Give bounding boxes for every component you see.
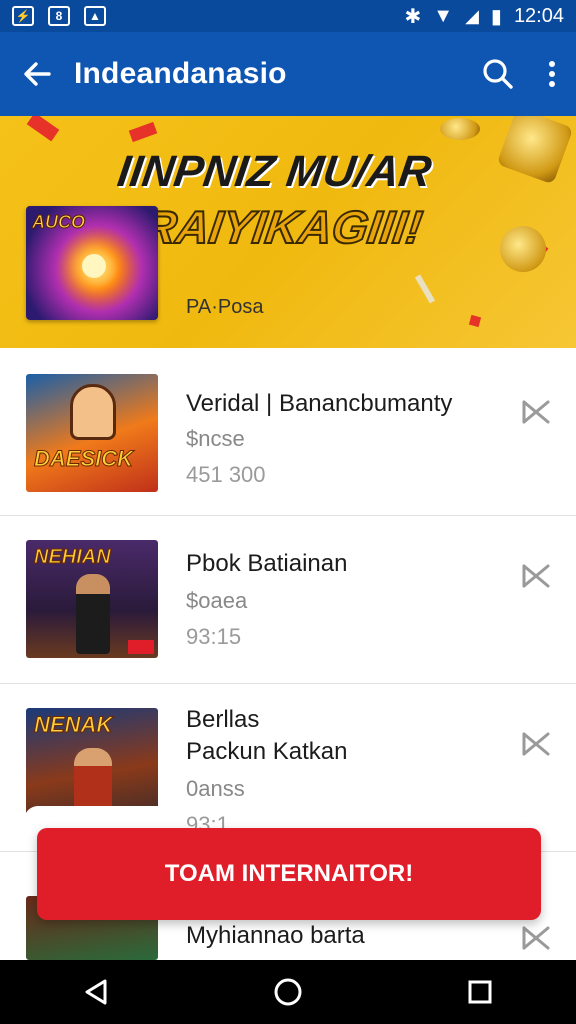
list-item[interactable]: DAESICK Veridal | Banancbumanty $ncse 45… [0,348,576,516]
dismiss-icon[interactable] [520,560,552,592]
status-bar: ⚡ 8 ▲ ✱ ▼ ◢ ▮ 12:04 [0,0,576,32]
back-button[interactable] [0,32,74,116]
item-meta: 451 300 [186,462,266,487]
recents-square-icon [468,980,492,1004]
thumb-label: NENAK [33,712,113,738]
character-art [70,384,116,440]
app-bar: Indeandanasio [0,32,576,116]
notification-icons: ⚡ 8 ▲ [12,6,106,26]
app-icon-1: ⚡ [12,6,34,26]
nav-recents-button[interactable] [450,962,510,1022]
sparkle-orb [82,254,106,278]
character-art [76,574,110,654]
item-subtitle: $oaea [186,588,248,613]
dismiss-icon[interactable] [520,728,552,760]
cta-button[interactable]: TOAM INTERNAITOR! [37,828,541,920]
coin-decoration [496,116,574,185]
banner-thumb-label: AUCO [32,212,86,233]
confetti-shape [26,116,60,142]
app-icon-2: 8 [48,6,70,26]
search-icon [483,59,513,89]
banner-headline: IINPNIZ MU/AR [114,147,435,196]
battery-icon: ▮ [490,5,502,28]
banner-thumbnail: AUCO [26,206,158,320]
dismiss-icon[interactable] [520,396,552,428]
more-options-button[interactable] [528,32,576,116]
promo-banner[interactable]: IINPNIZ MU/AR RRAIYIKAGIII! AUCO PA·Posa [0,116,576,348]
system-icons: ✱ ▼ ◢ ▮ 12:04 [405,4,564,29]
banner-subtitle: PA·Posa [186,296,264,318]
coin-decoration [440,118,480,140]
home-circle-icon [274,978,302,1006]
back-triangle-icon [85,979,107,1005]
confetti-shape [468,314,482,328]
signal-icon: ◢ [465,5,479,26]
confetti-shape [414,274,436,304]
thumb-label: DAESICK [33,446,134,472]
system-nav-bar [0,960,576,1024]
item-title: Myhiannao barta [186,922,365,949]
item-title-line-2: Packun Katkan [186,738,348,765]
wifi-icon: ▼ [433,4,454,27]
game-thumbnail: DAESICK [26,374,158,492]
thumb-label: NEHIAN [34,546,112,569]
app-icon-3: ▲ [84,6,106,26]
back-arrow-icon [24,62,51,86]
item-subtitle: $ncse [186,426,245,451]
item-meta: 93:15 [186,624,242,649]
nav-back-button[interactable] [66,962,126,1022]
item-title: Veridal | Banancbumanty [186,390,453,417]
list-item[interactable]: NEHIAN Pbok Batiainan $oaea 93:15 [0,516,576,684]
nav-home-button[interactable] [258,962,318,1022]
coin-decoration [500,226,546,272]
game-thumbnail: NEHIAN [26,540,158,658]
confetti-shape [128,121,158,143]
dismiss-icon[interactable] [520,922,552,954]
item-title: Pbok Batiainan [186,550,348,577]
status-time: 12:04 [513,4,564,27]
item-title: Berllas [186,706,260,733]
search-button[interactable] [468,32,528,116]
badge-logo [128,640,154,654]
page-title: Indeandanasio [74,57,287,90]
bluetooth-icon: ✱ [404,5,422,28]
item-subtitle: 0anss [186,776,245,801]
more-vert-icon [549,61,555,87]
